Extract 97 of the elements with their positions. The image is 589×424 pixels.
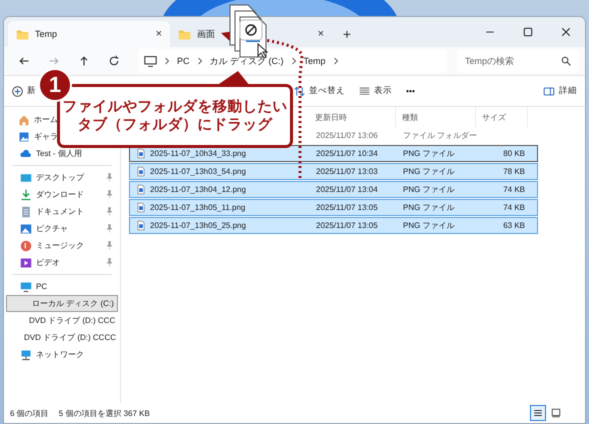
image-file-icon	[136, 184, 146, 195]
table-cell-text: PNG ファイル	[402, 166, 456, 177]
search-icon	[561, 56, 571, 66]
video-icon	[20, 256, 32, 268]
table-cell-text: ファイル フォルダー	[402, 130, 477, 141]
pin-icon	[105, 207, 114, 216]
table-cell-text: 2025/11/07 10:34	[315, 149, 379, 158]
refresh-icon[interactable]	[108, 55, 120, 67]
chevron-icon	[332, 57, 340, 65]
maximize-icon[interactable]	[523, 27, 533, 37]
sidebar-item[interactable]: デスクトップ	[4, 169, 120, 186]
close-icon[interactable]	[561, 27, 571, 37]
table-cell-text: PNG ファイル	[402, 220, 456, 231]
image-file-icon	[136, 220, 146, 231]
breadcrumb[interactable]: Temp	[304, 56, 326, 66]
sidebar-item[interactable]: ダウンロード	[4, 186, 120, 203]
pin-icon	[105, 190, 114, 199]
table-cell-text: 78 KB	[502, 167, 526, 176]
sidebar-item[interactable]: PC	[4, 278, 120, 295]
column-header[interactable]: サイズ	[476, 107, 528, 127]
sidebar-item[interactable]: ホーム	[4, 111, 59, 128]
table-cell-text: PNG ファイル	[402, 148, 456, 159]
sidebar-item[interactable]: ドキュメント	[4, 203, 120, 220]
sidebar-item[interactable]: DVD ドライブ (D:) CCCC	[4, 329, 120, 346]
table-cell-text: 74 KB	[502, 203, 526, 212]
home-icon	[18, 114, 30, 126]
up-icon[interactable]	[78, 55, 90, 67]
cloud-icon	[20, 148, 32, 160]
file-row[interactable]: 2025-11-07_10h34_33.png 2025/11/07 10:34 PNG ファイル 80 KB	[129, 145, 538, 162]
details-pane-button[interactable]: 詳細	[543, 85, 577, 97]
sort-button[interactable]: 並べ替え	[294, 85, 345, 97]
new-button[interactable]: 新	[12, 85, 36, 97]
file-row[interactable]: 2025-11-07_13h05_11.png 2025/11/07 13:05 PNG ファイル 74 KB	[129, 199, 538, 216]
document-icon	[20, 206, 32, 218]
table-cell-text: 2025/11/07 13:05	[315, 221, 379, 230]
sidebar-item[interactable]: Test - 個人用	[4, 145, 120, 162]
pin-icon	[105, 224, 114, 233]
download-icon	[20, 188, 32, 200]
sort-icon	[294, 86, 305, 96]
tab[interactable]: Temp ×	[8, 21, 170, 47]
monitor-icon	[144, 54, 157, 68]
sidebar-item[interactable]: ピクチャ	[4, 220, 120, 237]
tab-close-button[interactable]: ×	[318, 28, 324, 40]
image-file-icon	[136, 202, 146, 213]
table-cell-text: 2025/11/07 13:03	[315, 167, 379, 176]
sidebar-item[interactable]: ネットワーク	[4, 346, 120, 363]
pane-icon	[543, 86, 555, 96]
new-tab-button[interactable]: +	[332, 21, 362, 47]
breadcrumb[interactable]: PC	[177, 56, 190, 66]
table-cell-text: 74 KB	[502, 185, 526, 194]
gallery-icon	[18, 130, 30, 142]
picture-icon	[20, 222, 32, 234]
plus-icon	[12, 86, 23, 96]
music-icon	[20, 240, 32, 252]
selection-info: 5 個の項目を選択 367 KB	[58, 408, 150, 418]
more-button[interactable]: •••	[406, 86, 415, 96]
chevron-icon	[196, 57, 204, 65]
tab[interactable]: 画面 ×	[170, 21, 332, 47]
tile-icon[interactable]	[551, 408, 561, 418]
list-icon[interactable]	[533, 408, 543, 418]
table-cell-text: 2025/11/07 13:05	[315, 203, 379, 212]
table-cell-text: 63 KB	[502, 221, 526, 230]
table-cell-text: 2025/11/07 13:04	[315, 185, 379, 194]
table-cell-text: 2025/11/07 13:06	[315, 131, 379, 140]
file-row[interactable]: 2025-11-07_13h05_25.png 2025/11/07 13:05 PNG ファイル 63 KB	[129, 217, 538, 234]
tab-close-button[interactable]: ×	[156, 28, 162, 40]
sidebar-item[interactable]: ギャラ	[4, 128, 59, 145]
file-row[interactable]: 2025-11-07_13h04_12.png 2025/11/07 13:04 PNG ファイル 74 KB	[129, 181, 538, 198]
pin-icon	[105, 241, 114, 250]
back-icon[interactable]	[18, 55, 30, 67]
table-cell-text: PNG ファイル	[402, 184, 456, 195]
pin-icon	[105, 258, 114, 267]
details-view-button[interactable]	[530, 405, 546, 421]
folder-icon	[16, 28, 29, 40]
sidebar-item[interactable]: ローカル ディスク (C:)	[6, 295, 118, 312]
item-count: 6 個の項目	[10, 408, 49, 418]
desktop-icon	[20, 172, 32, 184]
view-button[interactable]: 表示	[359, 85, 392, 97]
pc-icon	[20, 280, 32, 292]
sidebar-item[interactable]: ビデオ	[4, 254, 120, 271]
search-field[interactable]: Tempの検索	[457, 49, 579, 73]
image-file-icon	[136, 166, 146, 177]
pin-icon	[105, 173, 114, 182]
callout-text: タブ（フォルダ）にドラッグ	[78, 116, 272, 134]
chevron-icon	[290, 57, 298, 65]
column-header[interactable]: 更新日時	[309, 107, 396, 127]
chevron-icon	[163, 57, 171, 65]
folder-icon	[178, 28, 191, 40]
sidebar-item[interactable]: ミュージック	[4, 237, 120, 254]
list-icon	[359, 86, 370, 96]
breadcrumb[interactable]: カル ディスク (C:)	[210, 54, 284, 68]
table-cell-text: PNG ファイル	[402, 202, 456, 213]
column-header[interactable]: 種類	[396, 107, 476, 127]
table-cell-text: 80 KB	[502, 149, 526, 158]
file-row[interactable]: 2025-11-07_13h03_54.png 2025/11/07 13:03 PNG ファイル 78 KB	[129, 163, 538, 180]
sidebar-item[interactable]: DVD ドライブ (D:) CCC	[4, 312, 120, 329]
network-icon	[20, 348, 32, 360]
